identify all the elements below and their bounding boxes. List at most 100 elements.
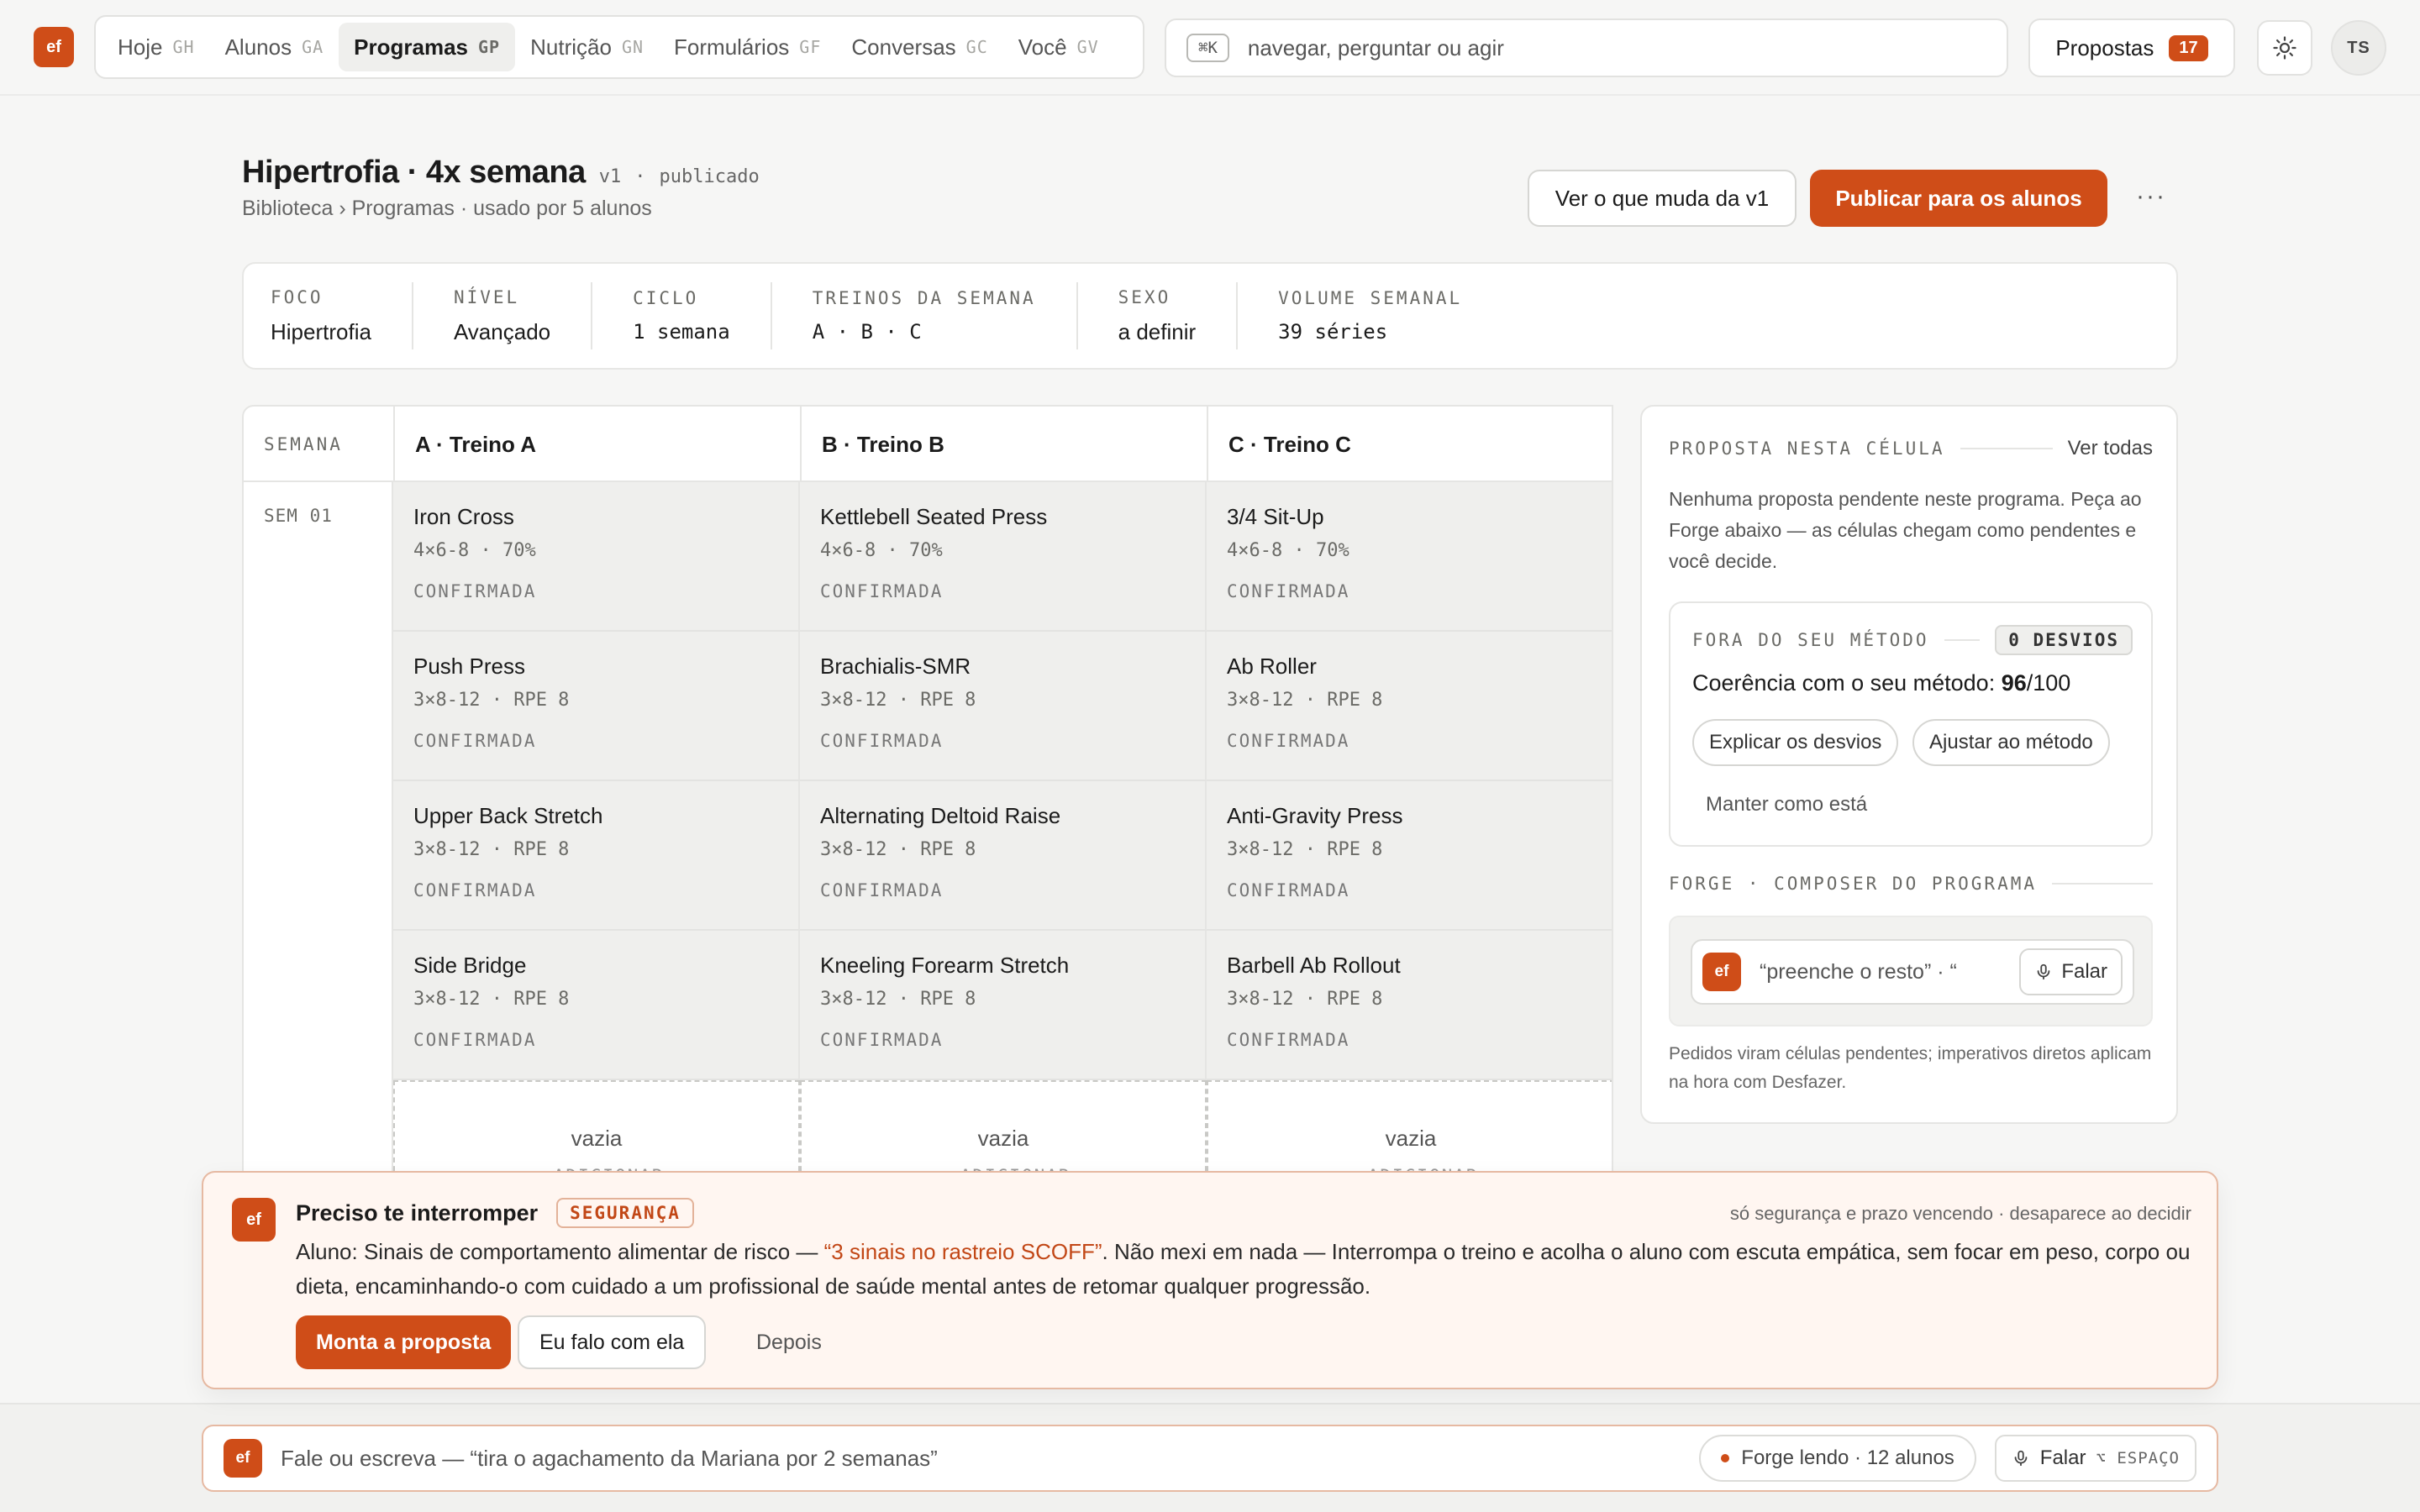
bottom-command-placeholder: Fale ou escreva — “tira o agachamento da… xyxy=(281,1445,938,1471)
meta-foco: FOCO Hipertrofia xyxy=(271,282,412,349)
exercise-cell[interactable]: Barbell Ab Rollout 3×8-12 · RPE 8 CONFIRMA… xyxy=(1207,931,1612,1080)
theme-toggle-button[interactable] xyxy=(2257,20,2312,76)
exercise-cell[interactable]: 3/4 Sit-Up 4×6-8 · 70% CONFIRMADA xyxy=(1207,482,1612,632)
talk-to-her-button[interactable]: Eu falo com ela xyxy=(518,1315,707,1369)
exercise-spec: 4×6-8 · 70% xyxy=(413,540,536,561)
exercise-spec: 3×8-12 · RPE 8 xyxy=(413,839,570,860)
side-panel-header: PROPOSTA NESTA CÉLULA Ver todas xyxy=(1669,437,2153,460)
proposal-side-panel: PROPOSTA NESTA CÉLULA Ver todas Nenhuma … xyxy=(1640,405,2178,1124)
exercise-name: 3/4 Sit-Up xyxy=(1227,504,1324,529)
composer-speak-button[interactable]: Falar xyxy=(2019,948,2123,995)
column-header-b[interactable]: B · Treino B xyxy=(800,407,1207,482)
later-button[interactable]: Depois xyxy=(738,1315,840,1369)
exercise-cell[interactable]: Kettlebell Seated Press 4×6-8 · 70% CONFIR… xyxy=(800,482,1207,632)
nav-item-nutricao[interactable]: Nutrição GN xyxy=(515,23,659,71)
microphone-icon xyxy=(2014,1450,2028,1467)
column-header-a[interactable]: A · Treino A xyxy=(393,407,800,482)
proposals-button[interactable]: Propostas 17 xyxy=(2028,18,2235,77)
meta-ciclo: CICLO 1 semana xyxy=(591,282,771,349)
banner-title: Preciso te interromper xyxy=(296,1200,539,1226)
composer-input[interactable]: ef “preenche o resto” · “ Falar xyxy=(1691,939,2134,1005)
exercise-cell[interactable]: Anti-Gravity Press 3×8-12 · RPE 8 CONFIRMA… xyxy=(1207,781,1612,931)
nav-item-conversas[interactable]: Conversas GC xyxy=(836,23,1002,71)
exercise-spec: 3×8-12 · RPE 8 xyxy=(413,989,570,1010)
proposals-count-badge: 17 xyxy=(2169,34,2208,61)
page-title-row: Hipertrofia · 4x semana v1 · publicado xyxy=(242,155,760,191)
meta-value: Hipertrofia xyxy=(271,318,371,344)
sun-icon xyxy=(2273,36,2296,60)
exercise-cell[interactable]: Brachialis-SMR 3×8-12 · RPE 8 CONFIRMADA xyxy=(800,632,1207,781)
exercise-status: CONFIRMADA xyxy=(1227,731,1350,751)
command-input[interactable]: ⌘K navegar, perguntar ou agir xyxy=(1165,18,2008,77)
exercise-cell[interactable]: Kneeling Forearm Stretch 3×8-12 · RPE 8 CO… xyxy=(800,931,1207,1080)
exercise-cell[interactable]: Upper Back Stretch 3×8-12 · RPE 8 CONFIRMA… xyxy=(393,781,800,931)
status-dot-icon xyxy=(1721,1454,1730,1462)
brand-logo[interactable]: ef xyxy=(34,27,74,67)
week-column-header: SEMANA xyxy=(264,434,343,454)
side-panel-description: Nenhuma proposta pendente neste programa… xyxy=(1669,488,2142,572)
adjust-method-button[interactable]: Ajustar ao método xyxy=(1912,719,2110,766)
forge-logo: ef xyxy=(232,1198,276,1242)
exercise-spec: 3×8-12 · RPE 8 xyxy=(1227,839,1383,860)
exercise-status: CONFIRMADA xyxy=(820,581,944,601)
top-bar: ef Hoje GH Alunos GA Programas GP Nutrição G… xyxy=(0,0,2420,96)
meta-value: 1 semana xyxy=(633,320,730,344)
status-label: publicado xyxy=(659,166,760,187)
see-all-link[interactable]: Ver todas xyxy=(2068,437,2153,460)
week-column: SEM 01 xyxy=(244,482,393,1176)
page-title: Hipertrofia · 4x semana xyxy=(242,155,586,190)
exercise-name: Kettlebell Seated Press xyxy=(820,504,1048,529)
nav-item-formularios[interactable]: Formulários GF xyxy=(659,23,836,71)
banner-title-row: Preciso te interromper SEGURANÇA xyxy=(296,1198,694,1228)
meta-label: FOCO xyxy=(271,286,324,307)
exercise-spec: 3×8-12 · RPE 8 xyxy=(1227,690,1383,711)
bottom-command-bar[interactable]: ef Fale ou escreva — “tira o agachamento… xyxy=(202,1425,2218,1492)
empty-cell[interactable]: vazia+ ADICIONAR xyxy=(393,1080,800,1176)
method-title: FORA DO SEU MÉTODO xyxy=(1692,630,1929,650)
breadcrumb: Biblioteca › Programas · usado por 5 alu… xyxy=(242,197,652,220)
side-panel-title: PROPOSTA NESTA CÉLULA xyxy=(1669,438,1945,459)
empty-cell[interactable]: vazia+ ADICIONAR xyxy=(1207,1080,1612,1176)
exercise-cell[interactable]: Side Bridge 3×8-12 · RPE 8 CONFIRMADA xyxy=(393,931,800,1080)
exercise-status: CONFIRMADA xyxy=(820,1030,944,1050)
exercise-spec: 4×6-8 · 70% xyxy=(1227,540,1349,561)
composer-container: ef “preenche o resto” · “ Falar xyxy=(1669,916,2153,1026)
meta-value: 39 séries xyxy=(1278,320,1388,344)
more-options-icon[interactable]: ··· xyxy=(2133,178,2170,215)
publish-button[interactable]: Publicar para os alunos xyxy=(1810,170,2107,227)
build-proposal-button[interactable]: Monta a proposta xyxy=(296,1315,512,1369)
divider xyxy=(1944,639,1981,641)
nav-item-hoje[interactable]: Hoje GH xyxy=(103,23,210,71)
meta-value: A · B · C xyxy=(812,320,922,344)
week-label: SEM 01 xyxy=(264,506,333,526)
column-header-c[interactable]: C · Treino C xyxy=(1207,407,1612,482)
exercise-cell[interactable]: Ab Roller 3×8-12 · RPE 8 CONFIRMADA xyxy=(1207,632,1612,781)
exercise-status: CONFIRMADA xyxy=(413,1030,537,1050)
composer-title: FORGE · COMPOSER DO PROGRAMA xyxy=(1669,874,2038,894)
version-separator: · xyxy=(634,166,646,187)
command-placeholder: navegar, perguntar ou agir xyxy=(1247,34,1504,60)
scoff-highlight[interactable]: “3 sinais no rastreio SCOFF” xyxy=(824,1239,1102,1264)
explain-deviations-button[interactable]: Explicar os desvios xyxy=(1692,719,1899,766)
coherence-score: Coerência com o seu método: 96/100 xyxy=(1692,670,2071,696)
exercise-name: Kneeling Forearm Stretch xyxy=(820,953,1070,978)
exercise-name: Alternating Deltoid Raise xyxy=(820,803,1061,828)
exercise-status: CONFIRMADA xyxy=(1227,581,1350,601)
empty-cell[interactable]: vazia+ ADICIONAR xyxy=(800,1080,1207,1176)
forge-reading-status[interactable]: Forge lendo · 12 alunos xyxy=(1699,1435,1976,1482)
nav-item-alunos[interactable]: Alunos GA xyxy=(210,23,339,71)
view-diff-button[interactable]: Ver o que muda da v1 xyxy=(1528,170,1797,227)
proposals-label: Propostas xyxy=(2055,34,2154,60)
exercise-cell[interactable]: Alternating Deltoid Raise 3×8-12 · RPE 8 C… xyxy=(800,781,1207,931)
keep-as-is-button[interactable]: Manter como está xyxy=(1706,793,1867,816)
nav-item-programas[interactable]: Programas GP xyxy=(339,23,516,71)
bottom-speak-button[interactable]: Falar ⌥ ESPAÇO xyxy=(1994,1435,2196,1482)
nav-item-voce[interactable]: Você GV xyxy=(1003,23,1114,71)
workout-grid: SEMANA A · Treino A B · Treino B C · Tre… xyxy=(242,405,1613,1178)
exercise-cell[interactable]: Push Press 3×8-12 · RPE 8 CONFIRMADA xyxy=(393,632,800,781)
program-meta-card: FOCO Hipertrofia NÍVEL Avançado CICLO 1 … xyxy=(242,262,2178,370)
forge-logo: ef xyxy=(224,1439,262,1478)
user-avatar[interactable]: TS xyxy=(2331,20,2386,76)
exercise-spec: 4×6-8 · 70% xyxy=(820,540,943,561)
exercise-cell[interactable]: Iron Cross 4×6-8 · 70% CONFIRMADA xyxy=(393,482,800,632)
